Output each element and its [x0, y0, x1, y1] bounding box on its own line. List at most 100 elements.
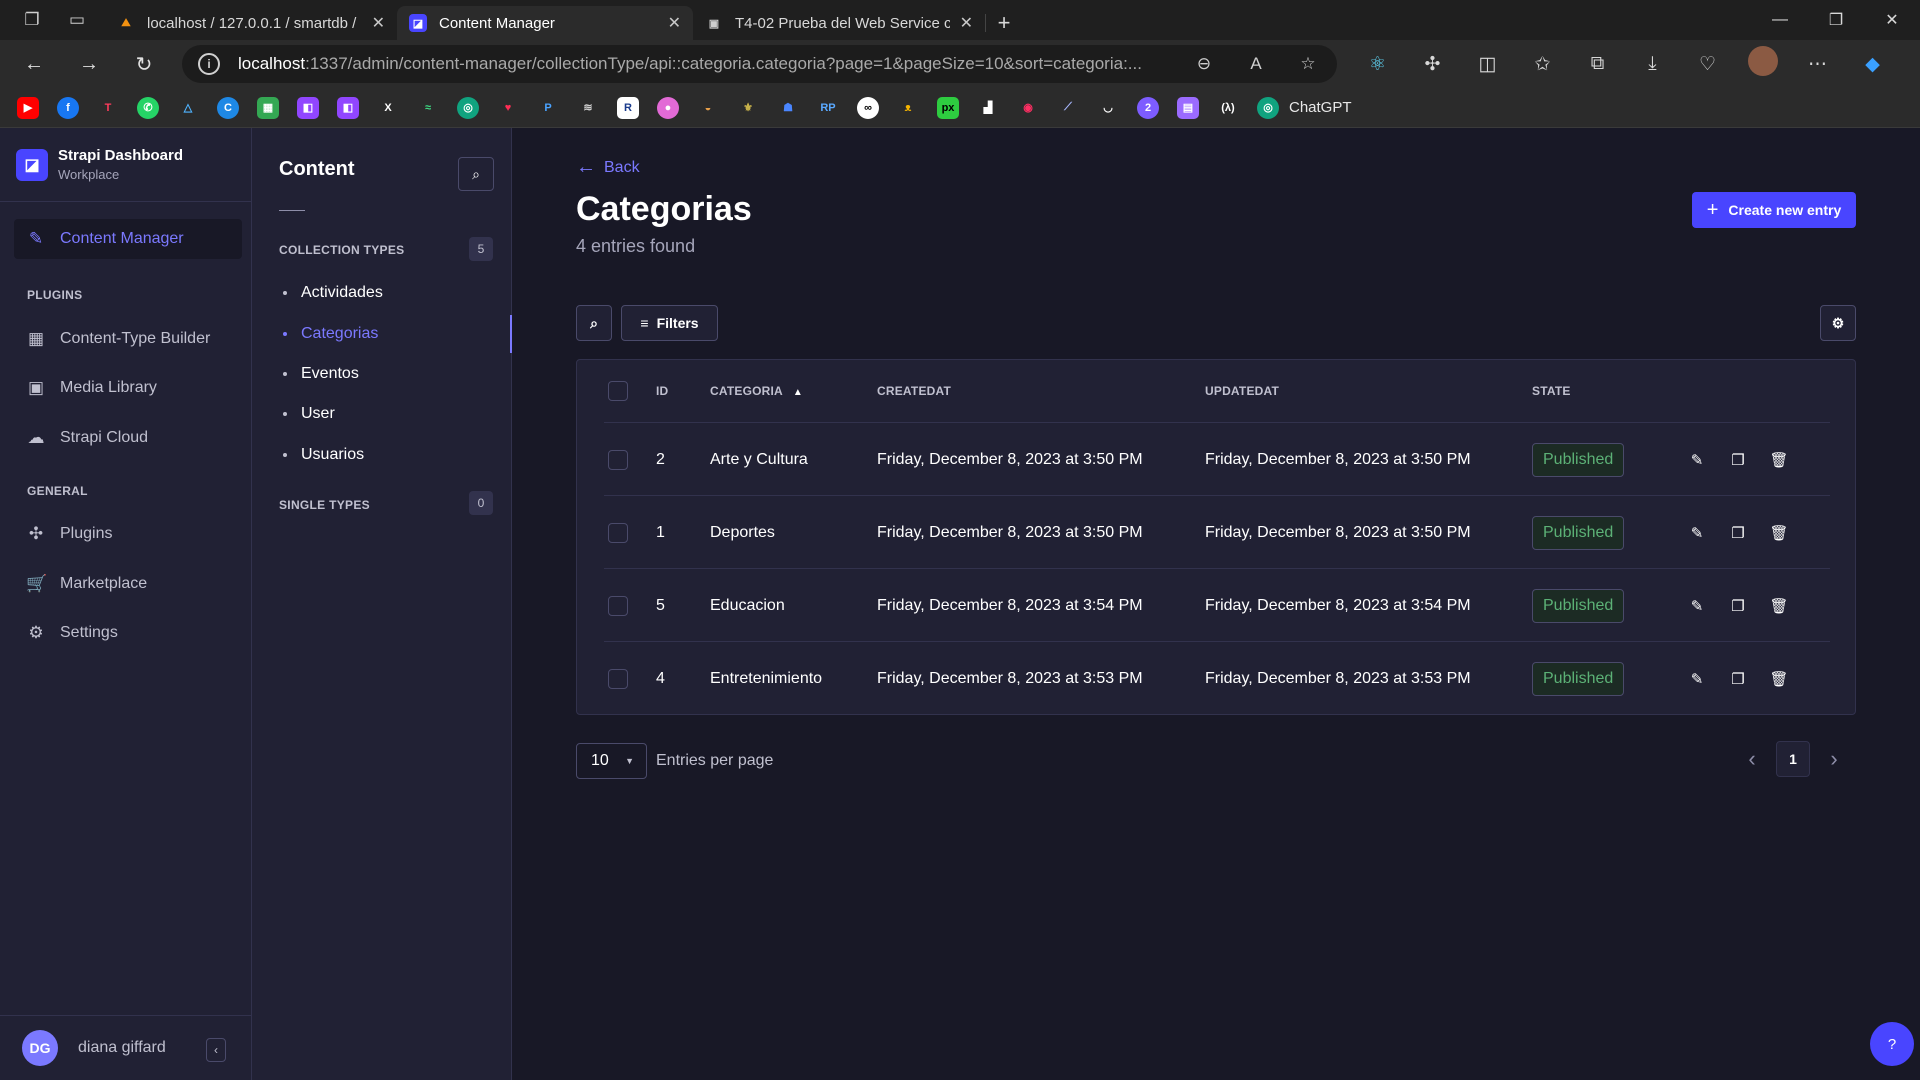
bookmark-r-icon[interactable]: R	[617, 96, 639, 119]
bookmark-infinity-icon[interactable]: ∞	[857, 96, 879, 119]
subnav-search-button[interactable]: ⌕	[458, 157, 494, 191]
bookmark-badge-icon[interactable]: ⚜	[737, 97, 759, 119]
edit-icon[interactable]: ✎	[1682, 597, 1712, 615]
bookmark-chat-icon[interactable]: ▤	[1177, 96, 1199, 119]
trash-icon[interactable]: 🗑	[1764, 451, 1794, 469]
bookmark-lambda-icon[interactable]: (λ)	[1217, 97, 1239, 119]
twitch-icon[interactable]: ◧	[297, 96, 319, 119]
filters-button[interactable]: ≡ Filters	[621, 305, 718, 341]
twitch-icon[interactable]: ◧	[337, 96, 359, 119]
table-search-button[interactable]: ⌕	[576, 305, 612, 341]
address-bar[interactable]: i localhost:1337/admin/content-manager/c…	[182, 45, 1337, 83]
back-link[interactable]: ← Back	[576, 156, 640, 179]
duplicate-icon[interactable]: ❐	[1723, 451, 1753, 469]
extensions-icon[interactable]: ✣	[1405, 53, 1460, 76]
downloads-icon[interactable]: ⤓	[1625, 53, 1680, 75]
bookmark-px-icon[interactable]: px	[937, 96, 959, 119]
profile-avatar[interactable]	[1735, 46, 1790, 82]
bookmark-p-icon[interactable]: P	[537, 97, 559, 119]
table-row[interactable]: 1 Deportes Friday, December 8, 2023 at 3…	[604, 495, 1830, 568]
facebook-icon[interactable]: f	[57, 96, 79, 119]
subnav-item-categorias[interactable]: Categorias	[279, 315, 512, 353]
close-icon[interactable]: ✕	[372, 13, 385, 33]
url-text[interactable]: localhost:1337/admin/content-manager/col…	[238, 54, 1178, 74]
nav-item-strapi-cloud[interactable]: ☁ Strapi Cloud	[14, 418, 242, 458]
restore-icon[interactable]: ❐	[1808, 0, 1864, 40]
collapse-nav-button[interactable]: ‹	[206, 1038, 226, 1062]
heart-icon[interactable]: ♥	[497, 97, 519, 119]
split-screen-icon[interactable]: ◫	[1460, 53, 1515, 76]
row-checkbox[interactable]	[608, 595, 628, 616]
column-header-state[interactable]: STATE	[1532, 384, 1571, 398]
bookmark-green-icon[interactable]: ≈	[417, 97, 439, 119]
column-header-updatedat[interactable]: UPDATEDAT	[1205, 384, 1279, 398]
select-all-checkbox[interactable]	[608, 381, 628, 401]
column-header-id[interactable]: ID	[656, 384, 668, 398]
trash-icon[interactable]: 🗑	[1764, 597, 1794, 615]
forward-icon[interactable]: →	[65, 44, 113, 84]
edit-icon[interactable]: ✎	[1682, 670, 1712, 688]
bookmark-bowl-icon[interactable]: ◒	[697, 97, 719, 119]
refresh-icon[interactable]: ↻	[120, 44, 168, 84]
chevron-right-icon[interactable]: ›	[1816, 746, 1852, 772]
nav-item-media-library[interactable]: ▣ Media Library	[14, 368, 242, 408]
trash-icon[interactable]: 🗑	[1764, 670, 1794, 688]
more-icon[interactable]: ⋯	[1790, 53, 1845, 76]
bookmark-eyes-icon[interactable]: ◡	[1097, 97, 1119, 119]
column-header-categoria[interactable]: CATEGORIA ▲	[710, 384, 803, 398]
duplicate-icon[interactable]: ❐	[1723, 670, 1753, 688]
page-size-select[interactable]: 10 ▼	[576, 743, 647, 779]
sheets-icon[interactable]: ▦	[257, 96, 279, 119]
info-icon[interactable]: i	[198, 53, 220, 75]
close-icon[interactable]: ✕	[960, 13, 973, 33]
bookmark-red-icon[interactable]: T	[97, 97, 119, 119]
bookmark-block-icon[interactable]: ▟	[977, 97, 999, 119]
bookmark-chatgpt[interactable]: ◎ ChatGPT	[1257, 96, 1352, 119]
nav-item-content-manager[interactable]: ✎ Content Manager	[14, 219, 242, 259]
favorites-icon[interactable]: ✩	[1515, 53, 1570, 76]
column-header-createdat[interactable]: CREATEDAT	[877, 384, 951, 398]
row-checkbox[interactable]	[608, 668, 628, 689]
table-row[interactable]: 2 Arte y Cultura Friday, December 8, 202…	[604, 422, 1830, 495]
chevron-left-icon[interactable]: ‹	[1734, 746, 1770, 772]
bookmark-c2-icon[interactable]: 2	[1137, 96, 1159, 119]
copilot-icon[interactable]: ◆	[1845, 53, 1900, 76]
chatgpt-icon[interactable]: ◎	[457, 96, 479, 119]
browser-essentials-icon[interactable]: ♡	[1680, 53, 1735, 76]
bookmark-owl-icon[interactable]: ᴥ	[897, 97, 919, 119]
bookmark-rp-icon[interactable]: RP	[817, 97, 839, 119]
favorite-star-icon[interactable]: ☆	[1282, 54, 1334, 74]
help-button[interactable]: ?	[1870, 1022, 1914, 1066]
duplicate-icon[interactable]: ❐	[1723, 597, 1753, 615]
color-wheel-icon[interactable]: ●	[657, 96, 679, 119]
whatsapp-icon[interactable]: ✆	[137, 96, 159, 119]
trash-icon[interactable]: 🗑	[1764, 524, 1794, 542]
bookmark-triangle-icon[interactable]: △	[177, 97, 199, 119]
close-window-icon[interactable]: ✕	[1864, 0, 1920, 40]
youtube-icon[interactable]: ▶	[17, 96, 39, 119]
nav-item-plugins[interactable]: ✣ Plugins	[14, 514, 242, 554]
subnav-item-usuarios[interactable]: Usuarios	[279, 436, 512, 474]
browser-tab-content-manager[interactable]: ◪ Content Manager ✕	[397, 6, 693, 40]
subnav-item-eventos[interactable]: Eventos	[279, 355, 512, 393]
page-button-current[interactable]: 1	[1776, 741, 1810, 777]
new-tab-button[interactable]: +	[986, 6, 1022, 40]
tab-actions-icon[interactable]: ▭	[57, 0, 97, 40]
nav-item-content-type-builder[interactable]: ▦ Content-Type Builder	[14, 319, 242, 359]
zoom-icon[interactable]: ⊖	[1178, 54, 1230, 74]
bookmark-drop-icon[interactable]: ◉	[1017, 97, 1039, 119]
browser-tab-web-service[interactable]: ▣ T4-02 Prueba del Web Service co ✕	[693, 6, 985, 40]
row-checkbox[interactable]	[608, 522, 628, 543]
workspaces-icon[interactable]: ❐	[12, 0, 52, 40]
view-settings-button[interactable]: ⚙	[1820, 305, 1856, 341]
x-icon[interactable]: X	[377, 97, 399, 119]
minimize-icon[interactable]: —	[1752, 0, 1808, 40]
back-icon[interactable]: ←	[10, 44, 58, 84]
close-icon[interactable]: ✕	[668, 13, 681, 33]
subnav-item-actividades[interactable]: Actividades	[279, 274, 512, 312]
table-row[interactable]: 5 Educacion Friday, December 8, 2023 at …	[604, 568, 1830, 641]
edit-icon[interactable]: ✎	[1682, 524, 1712, 542]
browser-tab-phpmyadmin[interactable]: ⛰ localhost / 127.0.0.1 / smartdb / ✕	[105, 6, 397, 40]
bookmark-robot-icon[interactable]: ☗	[777, 97, 799, 119]
nav-item-marketplace[interactable]: 🛒 Marketplace	[14, 564, 242, 604]
